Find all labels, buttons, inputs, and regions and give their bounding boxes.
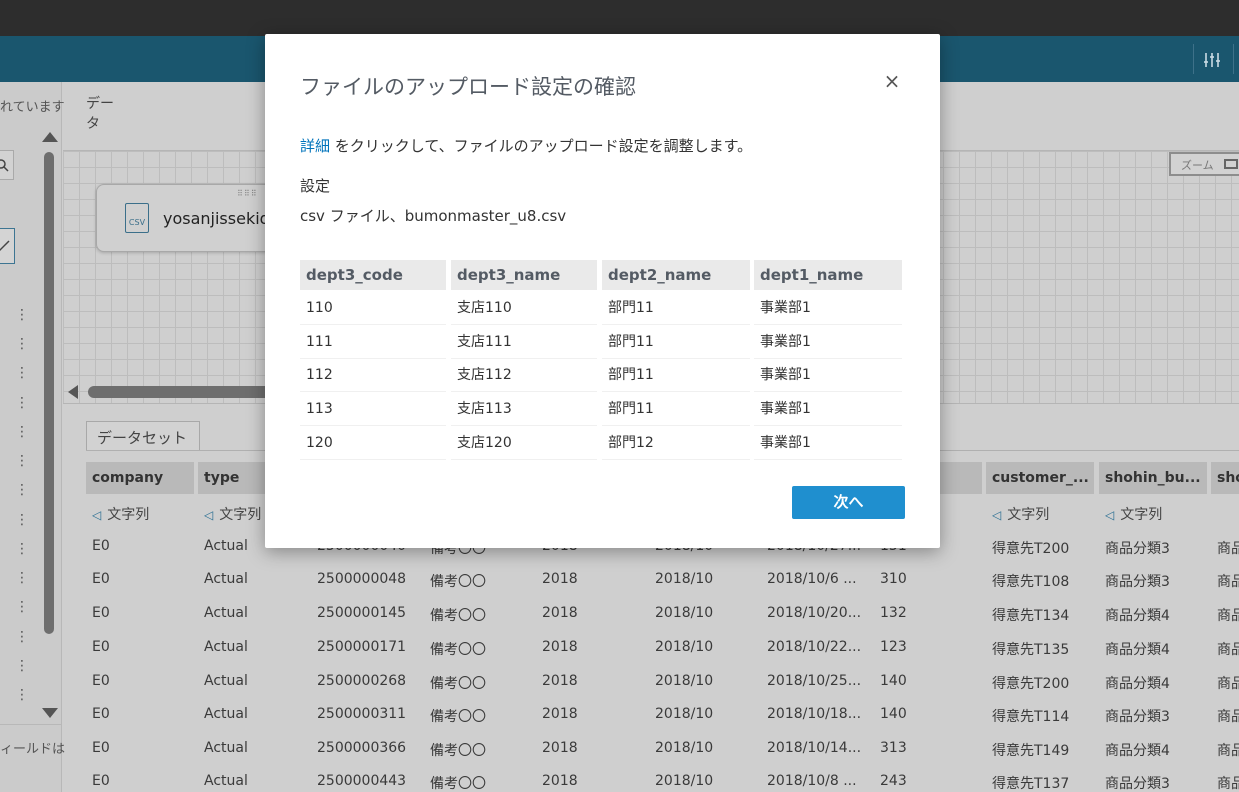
details-link[interactable]: 詳細	[300, 137, 330, 155]
settings-label: 設定	[300, 177, 331, 195]
preview-cell: 120	[300, 427, 446, 460]
preview-cell: 部門12	[602, 427, 750, 460]
preview-cell: 110	[300, 292, 446, 325]
preview-cell: 事業部1	[754, 359, 902, 393]
preview-cell: 支店113	[451, 393, 597, 427]
preview-cell: 支店112	[451, 359, 597, 393]
next-button[interactable]: 次へ	[792, 486, 905, 519]
preview-cell: 事業部1	[754, 292, 902, 325]
preview-cell: 事業部1	[754, 393, 902, 427]
preview-cell: 事業部1	[754, 326, 902, 359]
preview-cell: 112	[300, 359, 446, 393]
dialog-title: ファイルのアップロード設定の確認	[300, 75, 636, 99]
preview-cell: 支店111	[451, 326, 597, 359]
preview-column-header: dept3_code	[300, 260, 446, 290]
preview-column-header: dept3_name	[451, 260, 597, 290]
preview-column-header: dept1_name	[754, 260, 902, 290]
preview-cell: 111	[300, 326, 446, 359]
preview-cell: 113	[300, 393, 446, 427]
file-info: csv ファイル、bumonmaster_u8.csv	[300, 207, 567, 225]
preview-cell: 部門11	[602, 393, 750, 427]
preview-cell: 事業部1	[754, 427, 902, 460]
preview-cell: 部門11	[602, 326, 750, 359]
close-icon[interactable]: ×	[881, 70, 903, 92]
preview-cell: 部門11	[602, 292, 750, 325]
description-text: をクリックして、ファイルのアップロード設定を調整します。	[330, 137, 753, 155]
preview-column-header: dept2_name	[602, 260, 750, 290]
dialog-description: 詳細 をクリックして、ファイルのアップロード設定を調整します。	[300, 135, 752, 156]
preview-cell: 部門11	[602, 359, 750, 393]
preview-cell: 支店120	[451, 427, 597, 460]
preview-cell: 支店110	[451, 292, 597, 325]
upload-settings-dialog: ファイルのアップロード設定の確認 × 詳細 をクリックして、ファイルのアップロー…	[265, 34, 940, 548]
